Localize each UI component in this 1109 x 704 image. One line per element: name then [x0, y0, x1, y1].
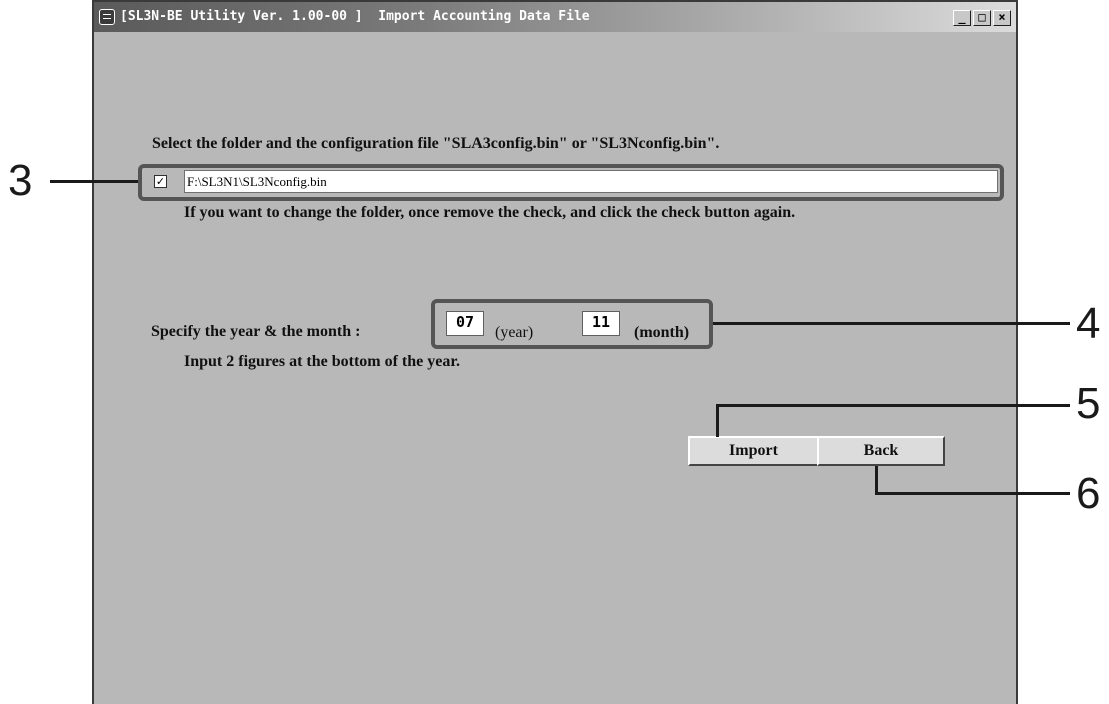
close-button[interactable]: ×	[993, 10, 1011, 26]
callout-line-6-vertical	[875, 466, 878, 495]
folder-hint: If you want to change the folder, once r…	[184, 204, 796, 221]
callout-number-3: 3	[8, 156, 33, 205]
callout-line-5-horizontal	[716, 404, 1070, 407]
year-hint: Input 2 figures at the bottom of the yea…	[184, 353, 460, 370]
callout-line-4	[713, 322, 1070, 325]
callout-frame-3	[138, 164, 1004, 201]
folder-instruction: Select the folder and the configuration …	[152, 135, 720, 152]
import-button[interactable]: Import	[688, 436, 819, 466]
maximize-button[interactable]: □	[973, 10, 991, 26]
callout-number-4: 4	[1076, 299, 1101, 348]
callout-number-6: 6	[1076, 469, 1101, 518]
minimize-button[interactable]: _	[953, 10, 971, 26]
callout-line-5-vertical	[716, 404, 719, 437]
import-accounting-window: [SL3N-BE Utility Ver. 1.00-00 ] Import A…	[92, 0, 1018, 704]
callout-line-3	[50, 180, 138, 183]
window-title: [SL3N-BE Utility Ver. 1.00-00 ] Import A…	[120, 9, 590, 24]
back-button[interactable]: Back	[817, 436, 945, 466]
date-label: Specify the year & the month :	[151, 323, 361, 340]
callout-number-5: 5	[1076, 379, 1101, 428]
title-bar[interactable]: [SL3N-BE Utility Ver. 1.00-00 ] Import A…	[94, 2, 1016, 32]
callout-line-6-horizontal	[875, 492, 1070, 495]
callout-frame-4	[431, 299, 713, 349]
window-controls: _ □ ×	[953, 10, 1011, 26]
system-menu-icon[interactable]	[99, 9, 115, 25]
